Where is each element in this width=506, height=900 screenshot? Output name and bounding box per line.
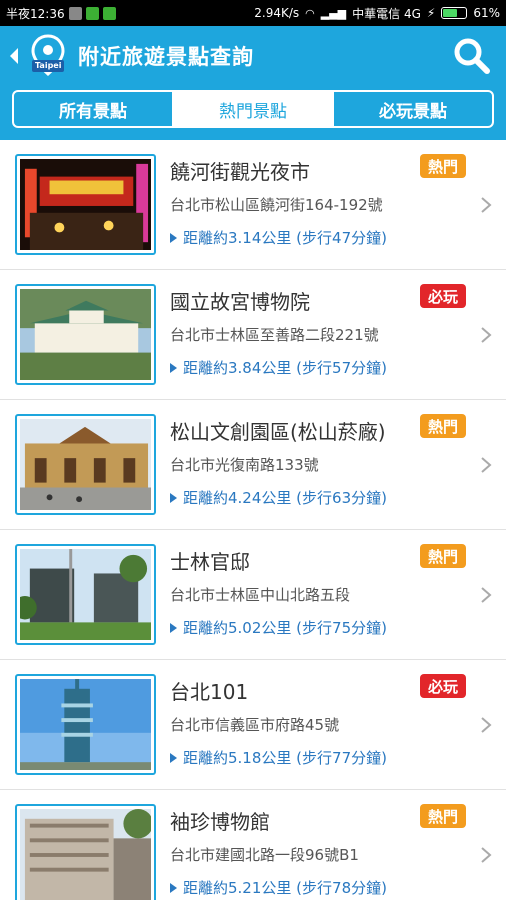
battery-fill: [443, 9, 457, 17]
attraction-photo: [20, 809, 151, 900]
play-triangle-icon: [170, 362, 177, 373]
search-button[interactable]: [452, 36, 492, 76]
attraction-thumbnail: [15, 544, 156, 645]
tab-all-attractions[interactable]: 所有景點: [14, 92, 172, 126]
attraction-distance: 距離約5.02公里 (步行75分鐘): [170, 617, 387, 638]
page-title: 附近旅遊景點查詢: [78, 45, 254, 69]
battery-icon: [441, 7, 468, 19]
attraction-name: 饒河街觀光夜市: [170, 160, 310, 184]
attraction-address: 台北市光復南路133號: [170, 456, 319, 474]
tab-popular-attractions[interactable]: 熱門景點: [172, 92, 332, 126]
attraction-badge: 熱門: [420, 414, 466, 438]
attraction-address: 台北市士林區中山北路五段: [170, 586, 351, 604]
notification-icon: [68, 6, 82, 20]
attraction-badge: 熱門: [420, 154, 466, 178]
play-triangle-icon: [170, 882, 177, 893]
attraction-distance-text: 距離約3.14公里 (步行47分鐘): [183, 229, 387, 247]
attraction-distance: 距離約4.24公里 (步行63分鐘): [170, 487, 387, 508]
attraction-thumbnail: [15, 284, 156, 385]
attraction-distance: 距離約3.84公里 (步行57分鐘): [170, 357, 387, 378]
wechat-icon: [85, 6, 99, 20]
attraction-photo: [20, 289, 151, 380]
chevron-right-icon: [481, 847, 492, 863]
attraction-badge: 熱門: [420, 544, 466, 568]
play-triangle-icon: [170, 752, 177, 763]
back-button[interactable]: [6, 41, 22, 71]
wifi-icon: ◠: [305, 6, 315, 20]
chevron-right-icon: [481, 327, 492, 343]
attraction-list-item[interactable]: 袖珍博物館台北市建國北路一段96號B1 距離約5.21公里 (步行78分鐘) 熱門: [0, 790, 506, 900]
attraction-list-item[interactable]: 饒河街觀光夜市台北市松山區饒河街164-192號距離約3.14公里 (步行47分…: [0, 140, 506, 270]
attraction-list-item[interactable]: 松山文創園區(松山菸廠) 台北市光復南路133號距離約4.24公里 (步行63分鐘…: [0, 400, 506, 530]
play-triangle-icon: [170, 492, 177, 503]
attraction-distance: 距離約5.18公里 (步行77分鐘): [170, 747, 387, 768]
attraction-name: 台北101: [170, 680, 249, 704]
search-icon: [454, 38, 490, 74]
attraction-name: 士林官邸: [170, 550, 250, 574]
status-time: 半夜12:36: [6, 6, 65, 21]
attraction-photo: [20, 679, 151, 770]
attraction-thumbnail: [15, 804, 156, 900]
play-triangle-icon: [170, 622, 177, 633]
attraction-list-item[interactable]: 士林官邸台北市士林區中山北路五段距離約5.02公里 (步行75分鐘) 熱門: [0, 530, 506, 660]
tab-must-see-attractions[interactable]: 必玩景點: [332, 92, 492, 126]
map-pin-icon: [31, 34, 65, 76]
back-arrow-icon: [10, 48, 18, 64]
app-logo: Taipei: [26, 34, 70, 78]
attraction-badge: 熱門: [420, 804, 466, 828]
chevron-right-icon: [481, 457, 492, 473]
chevron-right-icon: [481, 197, 492, 213]
attraction-thumbnail: [15, 414, 156, 515]
attraction-address: 台北市士林區至善路二段221號: [170, 326, 379, 344]
battery-percent: 61%: [473, 6, 500, 20]
attraction-thumbnail: [15, 674, 156, 775]
attraction-photo: [20, 549, 151, 640]
attraction-address: 台北市松山區饒河街164-192號: [170, 196, 383, 214]
attraction-name: 松山文創園區(松山菸廠): [170, 420, 386, 444]
attraction-distance: 距離約3.14公里 (步行47分鐘): [170, 227, 387, 248]
attraction-distance: 距離約5.21公里 (步行78分鐘): [170, 877, 387, 898]
attraction-photo: [20, 159, 151, 250]
chevron-right-icon: [481, 717, 492, 733]
tab-bar: 所有景點 熱門景點 必玩景點: [12, 90, 494, 128]
attraction-distance-text: 距離約5.18公里 (步行77分鐘): [183, 749, 387, 767]
app-bar: Taipei 附近旅遊景點查詢: [0, 26, 506, 86]
chevron-right-icon: [481, 587, 492, 603]
attraction-badge: 必玩: [420, 284, 466, 308]
attraction-distance-text: 距離約5.02公里 (步行75分鐘): [183, 619, 387, 637]
attraction-photo: [20, 419, 151, 510]
status-bar: 半夜12:36 2.94K/s ◠ ▂▄▆ 中華電信 4G ⚡ 61%: [0, 0, 506, 26]
attraction-list-item[interactable]: 台北101 台北市信義區市府路45號距離約5.18公里 (步行77分鐘) 必玩: [0, 660, 506, 790]
attraction-name: 袖珍博物館: [170, 810, 270, 834]
attraction-distance-text: 距離約3.84公里 (步行57分鐘): [183, 359, 387, 377]
attraction-address: 台北市建國北路一段96號B1: [170, 846, 359, 864]
carrier-label: 中華電信 4G: [352, 6, 421, 21]
tab-bar-container: 所有景點 熱門景點 必玩景點: [0, 86, 506, 140]
signal-icon: ▂▄▆: [320, 6, 347, 20]
attraction-address: 台北市信義區市府路45號: [170, 716, 340, 734]
attraction-list-item[interactable]: 國立故宮博物院台北市士林區至善路二段221號距離約3.84公里 (步行57分鐘)…: [0, 270, 506, 400]
play-triangle-icon: [170, 232, 177, 243]
attraction-list: 饒河街觀光夜市台北市松山區饒河街164-192號距離約3.14公里 (步行47分…: [0, 140, 506, 900]
charging-icon: ⚡: [426, 6, 436, 20]
attraction-thumbnail: [15, 154, 156, 255]
logo-text: Taipei: [35, 61, 62, 70]
attraction-distance-text: 距離約5.21公里 (步行78分鐘): [183, 879, 387, 897]
network-speed: 2.94K/s: [254, 6, 300, 20]
attraction-distance-text: 距離約4.24公里 (步行63分鐘): [183, 489, 387, 507]
attraction-badge: 必玩: [420, 674, 466, 698]
attraction-name: 國立故宮博物院: [170, 290, 310, 314]
line-icon: [102, 6, 116, 20]
